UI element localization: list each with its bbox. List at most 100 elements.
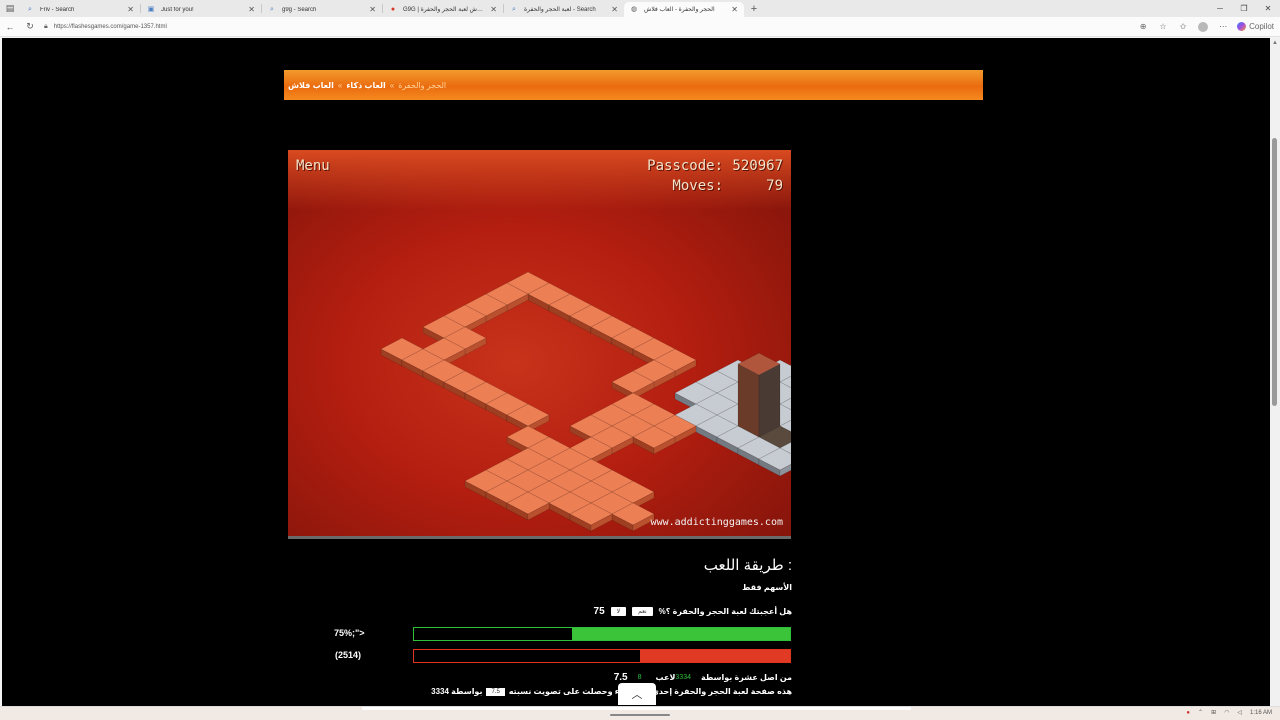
tab-bar: ▤ ⌕ Friv - Search ✕ ▣ Just for you! ✕ ⌕ … bbox=[0, 0, 1280, 17]
tab-title: G9G | العاب فلاش لعبة الحجر والحفرة bbox=[403, 7, 486, 13]
passcode-value: 520967 bbox=[732, 158, 783, 174]
rating-percent: 75 bbox=[593, 605, 605, 617]
window-controls: ─ ❐ ✕ bbox=[1208, 4, 1280, 13]
game-menu-button[interactable]: Menu bbox=[296, 158, 330, 174]
tab-actions-icon[interactable]: ▤ bbox=[0, 0, 20, 17]
close-icon[interactable]: ✕ bbox=[611, 5, 618, 14]
players-count: 8 bbox=[637, 674, 642, 681]
game-canvas[interactable]: Menu Passcode: 520967 Moves: 79 www.addict… bbox=[288, 150, 791, 536]
block-face bbox=[758, 363, 781, 438]
scrollbar-thumb[interactable] bbox=[1272, 138, 1277, 406]
moves-label: Moves: bbox=[672, 178, 723, 194]
close-icon[interactable]: ✕ bbox=[490, 5, 497, 14]
lock-icon[interactable]: 🔒︎ bbox=[44, 23, 48, 31]
breadcrumb-separator: » bbox=[389, 80, 395, 90]
block-face bbox=[737, 363, 760, 438]
tab-0[interactable]: ⌕ Friv - Search ✕ bbox=[20, 2, 140, 17]
tab-4[interactable]: ⌕ لعبة الحجر والحفرة - Search ✕ bbox=[504, 2, 624, 17]
search-icon: ⌕ bbox=[270, 5, 274, 13]
chevron-up-icon[interactable]: ⌃ bbox=[1198, 709, 1203, 716]
tab-3[interactable]: ● G9G | العاب فلاش لعبة الحجر والحفرة ✕ bbox=[383, 2, 503, 17]
howto-text: الأسهم فقط bbox=[742, 583, 792, 592]
tab-title: لعبة الحجر والحفرة - Search bbox=[524, 7, 596, 13]
summary-row: هذه صفحة لعبة الحجر والحفرة إحدى الـ ب ذ… bbox=[407, 687, 792, 696]
microphone-icon[interactable]: ● bbox=[1186, 710, 1190, 716]
tab-title: Just for you! bbox=[161, 6, 194, 13]
toolbar-icons: ⊕ ☆ ✩ ⋯ Copilot bbox=[1133, 21, 1280, 32]
minimize-icon[interactable]: ─ bbox=[1208, 4, 1232, 13]
taskbar: ● ⌃ ⊞ ◠ ◁ 1:16 AM bbox=[0, 706, 1280, 720]
game-hud: Passcode: 520967 Moves: 79 bbox=[647, 156, 783, 196]
no-votes-fill bbox=[639, 650, 790, 662]
zoom-icon[interactable]: ⊕ bbox=[1133, 22, 1153, 31]
wifi-icon[interactable]: ◠ bbox=[1224, 709, 1229, 716]
restore-icon[interactable]: ❐ bbox=[1232, 4, 1256, 13]
tab-title: g9g - Search bbox=[282, 6, 317, 13]
moves-value: 79 bbox=[766, 178, 783, 194]
taskbar-handle[interactable] bbox=[610, 714, 670, 716]
chevron-up-icon: ︿ bbox=[631, 689, 643, 701]
yes-votes-bar bbox=[413, 627, 791, 641]
yes-votes-label: 75%;"> bbox=[334, 628, 365, 638]
new-tab-button[interactable]: + bbox=[744, 3, 764, 15]
close-icon[interactable]: ✕ bbox=[248, 5, 255, 14]
breadcrumb-separator: » bbox=[337, 80, 343, 90]
rating-question: هل أعجبتك لعبة الحجر والحفرة ؟% نعم لا 7… bbox=[562, 604, 792, 618]
avatar[interactable] bbox=[1198, 21, 1209, 32]
close-icon[interactable]: ✕ bbox=[127, 5, 134, 14]
breadcrumb-brain-games[interactable]: العاب ذكاء bbox=[346, 81, 385, 90]
summary-text: هذه صفحة لعبة الحجر والحفرة إحدى الـ bbox=[640, 687, 792, 696]
back-icon[interactable]: ← bbox=[0, 22, 20, 32]
breadcrumb-flash-games[interactable]: العاب فلاش bbox=[288, 81, 334, 90]
globe-icon: ◍ bbox=[630, 5, 638, 13]
no-votes-bar bbox=[413, 649, 791, 663]
close-icon[interactable]: ✕ bbox=[369, 5, 376, 14]
score-row: من اصل عشرة بواسطة 3334 لاعب 8 7.5 bbox=[562, 672, 792, 683]
clock[interactable]: 1:16 AM bbox=[1250, 710, 1272, 716]
vote-yes-button[interactable]: نعم bbox=[632, 606, 653, 616]
search-icon: ⌕ bbox=[512, 5, 516, 13]
players-label: لاعب bbox=[655, 673, 676, 682]
passcode-label: Passcode: bbox=[647, 158, 723, 174]
votes-count: 3334 bbox=[675, 674, 691, 681]
close-window-icon[interactable]: ✕ bbox=[1256, 4, 1280, 13]
address-bar: ← ↻ 🔒︎ https://flashesgames.com/game-135… bbox=[0, 17, 1280, 37]
page-viewport: العاب فلاش » العاب ذكاء » الحجر والحفرة … bbox=[2, 38, 1270, 706]
howto-title: : طريقة اللعب bbox=[703, 557, 792, 574]
game-board bbox=[380, 271, 791, 532]
more-icon[interactable]: ⋯ bbox=[1213, 22, 1233, 31]
vote-no-button[interactable]: لا bbox=[610, 606, 627, 616]
favorites-icon[interactable]: ✩ bbox=[1173, 22, 1193, 31]
tab-1[interactable]: ▣ Just for you! ✕ bbox=[141, 2, 261, 17]
rating-question-text: هل أعجبتك لعبة الحجر والحفرة ؟% bbox=[658, 606, 792, 616]
score-prefix: من اصل عشرة بواسطة bbox=[700, 673, 792, 682]
yes-votes-fill bbox=[571, 628, 790, 640]
copilot-label: Copilot bbox=[1249, 21, 1274, 31]
scroll-up-icon[interactable]: ▲ bbox=[1272, 40, 1278, 46]
breadcrumb-current-game: الحجر والحفرة bbox=[398, 80, 447, 90]
game-credit: www.addictinggames.com bbox=[650, 517, 783, 528]
volume-icon[interactable]: ◁ bbox=[1237, 709, 1242, 716]
site-icon: ▣ bbox=[147, 5, 155, 13]
no-votes-label: (2514) bbox=[335, 650, 362, 660]
search-icon: ⌕ bbox=[28, 5, 32, 13]
tab-5-active[interactable]: ◍ الحجر والحفرة - العاب فلاش ✕ bbox=[624, 2, 744, 17]
system-tray: ● ⌃ ⊞ ◠ ◁ 1:16 AM bbox=[1186, 709, 1272, 717]
refresh-icon[interactable]: ↻ bbox=[20, 21, 40, 32]
g9g-icon: ● bbox=[390, 5, 396, 13]
summary-score-box: 7.5 bbox=[486, 687, 505, 696]
scroll-top-button[interactable]: ︿ bbox=[618, 683, 656, 705]
page-scrollbar[interactable]: ▲ bbox=[1270, 38, 1280, 706]
language-icon[interactable]: ⊞ bbox=[1211, 709, 1216, 716]
tab-title: Friv - Search bbox=[40, 6, 75, 13]
url-field[interactable]: 🔒︎ https://flashesgames.com/game-1357.ht… bbox=[40, 20, 1133, 34]
copilot-button[interactable]: Copilot bbox=[1233, 22, 1274, 32]
game-progress-bar bbox=[288, 536, 791, 539]
url-text: https://flashesgames.com/game-1357.html bbox=[53, 23, 167, 30]
tab-title: الحجر والحفرة - العاب فلاش bbox=[644, 7, 715, 13]
summary-suffix: بواسطة 3334 bbox=[431, 687, 483, 696]
tab-2[interactable]: ⌕ g9g - Search ✕ bbox=[262, 2, 382, 17]
close-icon[interactable]: ✕ bbox=[731, 5, 738, 14]
favorite-star-icon[interactable]: ☆ bbox=[1153, 22, 1173, 31]
taskbar-pill bbox=[362, 707, 911, 710]
